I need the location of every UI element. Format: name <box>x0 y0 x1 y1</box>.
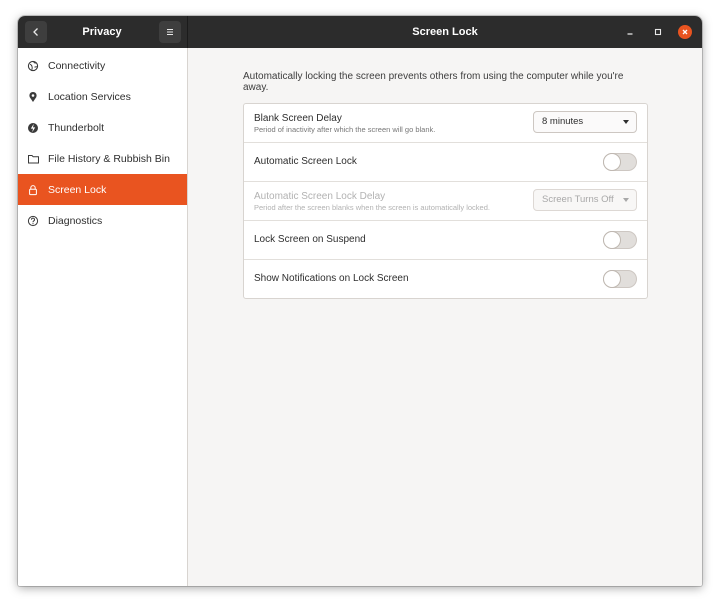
chevron-left-icon <box>33 28 38 36</box>
lock-screen-on-suspend-title: Lock Screen on Suspend <box>254 234 366 245</box>
sidebar-item-diagnostics[interactable]: Diagnostics <box>18 205 187 236</box>
menu-button[interactable] <box>159 21 181 43</box>
close-button[interactable] <box>678 25 692 39</box>
sidebar-item-label: File History & Rubbish Bin <box>48 152 170 165</box>
sidebar: Connectivity Location Services Thunderbo… <box>18 48 188 586</box>
sidebar-item-label: Diagnostics <box>48 214 103 227</box>
sidebar-header: Privacy <box>18 16 188 48</box>
automatic-screen-lock-delay-subtitle: Period after the screen blanks when the … <box>254 203 490 212</box>
sidebar-item-label: Location Services <box>48 90 131 103</box>
blank-screen-delay-row: Blank Screen Delay Period of inactivity … <box>244 104 647 143</box>
toggle-knob <box>604 232 620 248</box>
sidebar-item-location-services[interactable]: Location Services <box>18 81 187 112</box>
close-icon <box>682 29 688 35</box>
lock-screen-on-suspend-row: Lock Screen on Suspend <box>244 221 647 260</box>
screen-lock-settings-list: Blank Screen Delay Period of inactivity … <box>243 103 648 299</box>
globe-icon <box>18 60 48 72</box>
automatic-screen-lock-delay-row: Automatic Screen Lock Delay Period after… <box>244 182 647 221</box>
maximize-button[interactable] <box>651 25 665 39</box>
automatic-screen-lock-title: Automatic Screen Lock <box>254 156 357 167</box>
sidebar-item-file-history[interactable]: File History & Rubbish Bin <box>18 143 187 174</box>
sidebar-item-screen-lock[interactable]: Screen Lock <box>18 174 187 205</box>
back-button[interactable] <box>25 21 47 43</box>
dropdown-arrow-icon <box>623 198 629 202</box>
minimize-button[interactable] <box>623 25 637 39</box>
lock-icon <box>18 184 48 196</box>
dropdown-arrow-icon <box>623 120 629 124</box>
sidebar-title: Privacy <box>82 26 122 38</box>
header-bar: Privacy Screen Lock <box>18 16 702 48</box>
show-notifications-row: Show Notifications on Lock Screen <box>244 260 647 298</box>
automatic-screen-lock-delay-title: Automatic Screen Lock Delay <box>254 191 386 202</box>
show-notifications-title: Show Notifications on Lock Screen <box>254 273 409 284</box>
show-notifications-toggle[interactable] <box>603 270 637 288</box>
settings-window: Privacy Screen Lock Connectivity Locatio… <box>18 16 702 586</box>
screen-lock-description: Automatically locking the screen prevent… <box>243 71 624 93</box>
sidebar-item-label: Thunderbolt <box>48 121 105 134</box>
thunderbolt-icon <box>18 122 48 134</box>
automatic-screen-lock-row: Automatic Screen Lock <box>244 143 647 182</box>
minimize-icon <box>627 33 633 35</box>
blank-screen-delay-title: Blank Screen Delay <box>254 113 342 124</box>
blank-screen-delay-dropdown[interactable]: 8 minutes <box>533 111 637 133</box>
maximize-icon <box>654 28 662 36</box>
sidebar-item-thunderbolt[interactable]: Thunderbolt <box>18 112 187 143</box>
location-pin-icon <box>18 91 48 103</box>
toggle-knob <box>604 271 620 287</box>
automatic-screen-lock-toggle[interactable] <box>603 153 637 171</box>
blank-screen-delay-value: 8 minutes <box>542 116 584 127</box>
folder-icon <box>18 153 48 165</box>
help-circle-icon <box>18 215 48 227</box>
toggle-knob <box>604 154 620 170</box>
hamburger-icon <box>167 29 173 35</box>
blank-screen-delay-subtitle: Period of inactivity after which the scr… <box>254 125 436 134</box>
sidebar-item-label: Connectivity <box>48 59 106 72</box>
automatic-screen-lock-delay-dropdown[interactable]: Screen Turns Off <box>533 189 637 211</box>
sidebar-item-label: Screen Lock <box>48 183 107 196</box>
main-content: Automatically locking the screen prevent… <box>188 48 702 586</box>
automatic-screen-lock-delay-value: Screen Turns Off <box>542 194 614 205</box>
lock-screen-on-suspend-toggle[interactable] <box>603 231 637 249</box>
sidebar-item-connectivity[interactable]: Connectivity <box>18 50 187 81</box>
